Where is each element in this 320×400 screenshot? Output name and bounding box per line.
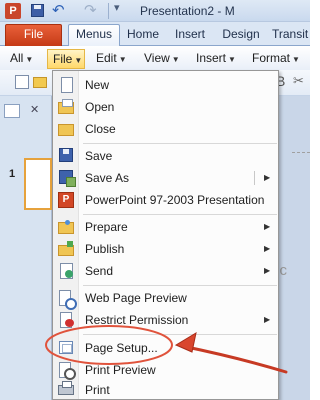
powerpoint-icon: P [58,192,74,208]
menu-view-label: View [144,51,170,65]
split-divider [254,171,255,185]
menu-item-label: New [85,78,110,92]
menu-item-label: Print Preview [85,363,156,377]
undo-icon[interactable]: ↶ [52,1,65,19]
slide-thumbnail[interactable] [24,158,52,210]
menu-item-label: Prepare [85,220,128,234]
menu-item-send[interactable]: Send ▶ [53,260,278,282]
tab-design[interactable]: Design [218,25,264,45]
close-icon[interactable]: ✕ [30,103,39,116]
open-folder-icon [58,99,74,114]
web-preview-icon [59,290,77,310]
chevron-down-icon: ▼ [171,55,180,64]
submenu-arrow-icon: ▶ [264,244,271,253]
new-document-icon[interactable] [15,75,29,89]
menu-item-prepare[interactable]: Prepare ▶ [53,216,278,238]
title-bar: P ↶ ↷ ▾ Presentation2 - M [0,0,310,22]
menu-item-save[interactable]: Save [53,145,278,167]
save-as-icon [59,170,76,187]
prepare-icon [58,220,74,234]
menu-edit-label: Edit [96,51,117,65]
menu-item-print-preview[interactable]: Print Preview [53,359,278,381]
menu-item-save-as[interactable]: Save As ▶ [53,167,278,189]
save-icon[interactable] [31,4,44,17]
submenu-arrow-icon[interactable]: ▶ [264,167,270,189]
menu-insert-label: Insert [196,51,227,65]
tab-home[interactable]: Home [122,25,164,45]
tab-file[interactable]: File [5,24,62,46]
menu-item-label: Web Page Preview [85,291,187,305]
menu-item-label: PowerPoint 97-2003 Presentation [85,193,265,207]
menu-separator [83,334,277,335]
menu-item-label: Save As [85,171,130,185]
menu-item-new[interactable]: New [53,74,278,96]
menu-item-label: Save [85,149,113,163]
menu-item-web-page-preview[interactable]: Web Page Preview [53,287,278,310]
window-title: Presentation2 - M [140,4,235,18]
menu-item-close[interactable]: Close [53,118,278,140]
tab-menus[interactable]: Menus [68,24,120,47]
placeholder-border [292,152,310,153]
submenu-arrow-icon: ▶ [264,266,271,275]
toolbar-divider [108,3,109,19]
menu-all-label: All [10,51,24,65]
menu-separator [83,214,277,215]
chevron-down-icon: ▼ [74,56,83,65]
print-preview-icon [59,362,76,380]
menu-format[interactable]: Format ▼ [252,50,300,68]
powerpoint-app-icon[interactable]: P [5,3,21,19]
menu-item-label: Restrict Permission [85,313,189,327]
menu-all[interactable]: All ▼ [10,50,33,68]
save-icon [59,148,73,162]
menu-item-open[interactable]: Open [53,96,278,118]
menu-item-page-setup[interactable]: Page Setup... [53,337,278,359]
menu-item-label: Send [85,264,114,278]
submenu-arrow-icon: ▶ [264,222,271,231]
file-dropdown-menu: New Open Close Save Save As ▶ P PowerPoi… [52,70,279,400]
menu-format-label: Format [252,51,291,65]
classic-menu-bar: All ▼ File ▼ Edit ▼ View ▼ Insert ▼ Format ▼ [0,46,310,70]
menu-file-label: File [53,52,73,66]
scissors-icon[interactable]: ✂ [293,73,304,89]
menu-item-print[interactable]: Print [53,379,278,400]
menu-item-label: Page Setup... [85,341,158,355]
menu-edit[interactable]: Edit ▼ [96,50,127,68]
menu-item-label: Close [85,122,116,136]
printer-icon [58,381,74,395]
menu-item-label: Publish [85,242,125,256]
chevron-down-icon: ▼ [25,55,34,64]
menu-separator [83,285,277,286]
menu-file[interactable]: File ▼ [47,49,85,69]
customize-quick-access-icon[interactable]: ▾ [114,1,120,14]
close-folder-icon [58,124,74,136]
send-icon [60,263,73,279]
menu-view[interactable]: View ▼ [144,50,180,68]
ribbon-tab-bar: File Menus Home Insert Design Transit [0,22,310,47]
open-folder-icon[interactable] [33,77,47,88]
menu-separator [83,143,277,144]
menu-item-label: Print [85,383,110,397]
page-setup-icon [59,341,73,354]
tab-insert[interactable]: Insert [168,25,212,45]
menu-item-ppt-97-2003[interactable]: P PowerPoint 97-2003 Presentation [53,189,278,211]
new-document-icon [61,77,73,93]
tab-transitions[interactable]: Transit [272,25,320,45]
menu-item-restrict-permission[interactable]: Restrict Permission ▶ [53,309,278,331]
menu-insert[interactable]: Insert ▼ [196,50,236,68]
slides-pane: ✕ 1 [0,96,52,400]
chevron-down-icon: ▼ [118,55,127,64]
restrict-permission-icon [60,312,74,328]
chevron-down-icon: ▼ [228,55,236,64]
menu-item-publish[interactable]: Publish ▶ [53,238,278,260]
redo-icon[interactable]: ↷ [84,1,97,19]
publish-icon [58,241,74,256]
slides-tab-icon[interactable] [4,104,20,118]
slide-number: 1 [9,168,16,180]
menu-item-label: Open [85,100,115,114]
submenu-arrow-icon: ▶ [264,315,271,324]
chevron-down-icon: ▼ [292,55,300,64]
